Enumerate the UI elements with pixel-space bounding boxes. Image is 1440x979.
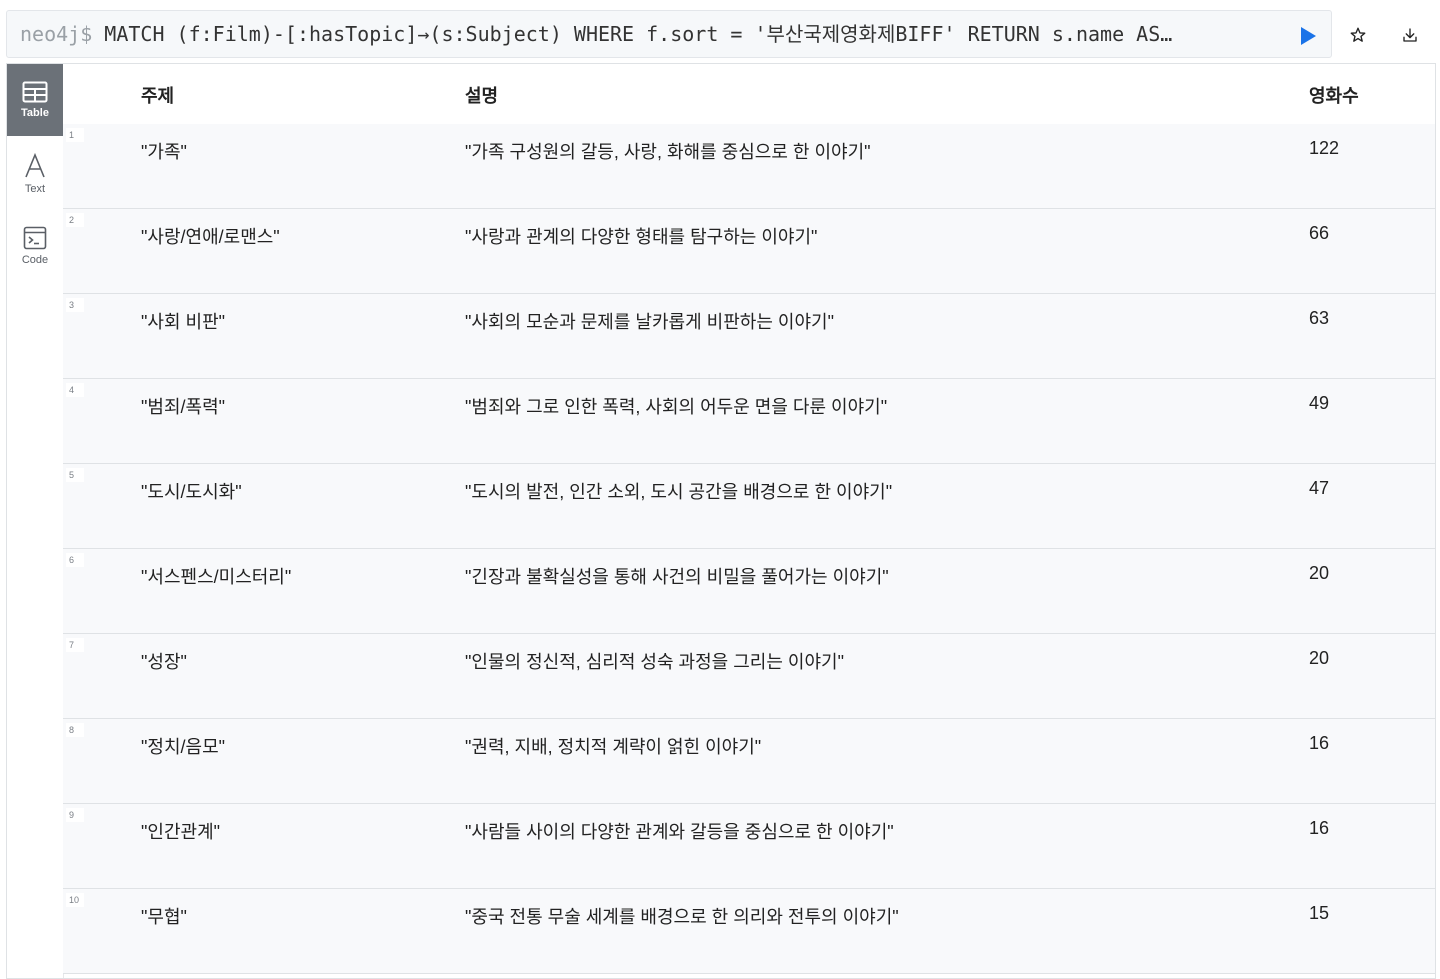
table-row: 7 "성장" "인물의 정신적, 심리적 성숙 과정을 그리는 이야기" 20 [63, 634, 1435, 719]
view-sidebar: Table Text Code [7, 64, 64, 978]
cell-description: "사랑과 관계의 다양한 형태를 탐구하는 이야기" [465, 227, 818, 247]
result-frame: Table Text Code 주제 설명 영화수 1 "가족" "가족 구성원의 … [6, 63, 1436, 979]
query-string[interactable]: MATCH (f:Film)-[:hasTopic]→(s:Subject) W… [104, 22, 1172, 46]
run-button[interactable] [1297, 25, 1319, 47]
cell-subject: "인간관계" [141, 822, 221, 842]
table-row: 10 "무협" "중국 전통 무술 세계를 배경으로 한 의리와 전투의 이야기" 1… [63, 889, 1435, 974]
result-table: 주제 설명 영화수 1 "가족" "가족 구성원의 갈등, 사랑, 화해를 중심으로… [63, 64, 1435, 978]
row-number: 7 [66, 638, 84, 652]
cell-subject: "사회 비판" [141, 312, 226, 332]
view-table-button[interactable]: Table [7, 64, 63, 136]
row-number: 2 [66, 213, 84, 227]
favorite-button[interactable] [1347, 24, 1369, 46]
cell-film-count: 49 [1309, 393, 1330, 413]
cell-subject: "서스펜스/미스터리" [141, 567, 292, 587]
view-text-label: Text [24, 183, 46, 195]
text-icon [25, 153, 45, 178]
download-icon [1403, 28, 1417, 42]
cell-subject: "범죄/폭력" [141, 397, 226, 417]
table-row: 1 "가족" "가족 구성원의 갈등, 사랑, 화해를 중심으로 한 이야기" 122 [63, 124, 1435, 209]
cell-subject: "가족" [141, 142, 187, 162]
cell-description: "사람들 사이의 다양한 관계와 갈등을 중심으로 한 이야기" [465, 822, 894, 842]
row-number: 1 [66, 128, 84, 142]
cell-description: "인물의 정신적, 심리적 성숙 과정을 그리는 이야기" [465, 652, 844, 672]
table-row: 9 "인간관계" "사람들 사이의 다양한 관계와 갈등을 중심으로 한 이야기" 1… [63, 804, 1435, 889]
cell-subject: "도시/도시화" [141, 482, 242, 502]
row-number: 4 [66, 383, 84, 397]
table-row: 8 "정치/음모" "권력, 지배, 정치적 계략이 얽힌 이야기" 16 [63, 719, 1435, 804]
query-editor[interactable]: neo4j$ MATCH (f:Film)-[:hasTopic]→(s:Sub… [6, 10, 1332, 58]
code-icon [23, 226, 47, 250]
table-header: 주제 설명 영화수 [63, 64, 1435, 125]
row-number: 10 [66, 893, 84, 907]
view-code-label: Code [21, 254, 49, 266]
view-code-button[interactable]: Code [7, 210, 63, 282]
row-number: 9 [66, 808, 84, 822]
cell-description: "중국 전통 무술 세계를 배경으로 한 의리와 전투의 이야기" [465, 907, 899, 927]
table-row: 3 "사회 비판" "사회의 모순과 문제를 날카롭게 비판하는 이야기" 63 [63, 294, 1435, 379]
cell-subject: "정치/음모" [141, 737, 226, 757]
cell-subject: "사랑/연애/로맨스" [141, 227, 280, 247]
cell-film-count: 16 [1309, 818, 1330, 838]
header-description[interactable]: 설명 [465, 82, 498, 108]
view-text-button[interactable]: Text [7, 138, 63, 210]
cell-film-count: 20 [1309, 563, 1330, 583]
cell-description: "사회의 모순과 문제를 날카롭게 비판하는 이야기" [465, 312, 834, 332]
cell-description: "권력, 지배, 정치적 계략이 얽힌 이야기" [465, 737, 762, 757]
cell-film-count: 15 [1309, 903, 1330, 923]
table-row: 2 "사랑/연애/로맨스" "사랑과 관계의 다양한 형태를 탐구하는 이야기" 66 [63, 209, 1435, 294]
query-text[interactable]: neo4j$ MATCH (f:Film)-[:hasTopic]→(s:Sub… [20, 20, 1272, 48]
cell-film-count: 63 [1309, 308, 1330, 328]
header-film-count[interactable]: 영화수 [1309, 82, 1359, 108]
cell-description: "가족 구성원의 갈등, 사랑, 화해를 중심으로 한 이야기" [465, 142, 871, 162]
cell-subject: "성장" [141, 652, 187, 672]
table-icon [22, 81, 48, 103]
cell-film-count: 66 [1309, 223, 1330, 243]
cell-film-count: 47 [1309, 478, 1330, 498]
header-subject[interactable]: 주제 [141, 82, 174, 108]
cell-film-count: 122 [1309, 138, 1340, 158]
play-icon [1301, 27, 1316, 45]
table-row: 6 "서스펜스/미스터리" "긴장과 불확실성을 통해 사건의 비밀을 풀어가는 이… [63, 549, 1435, 634]
editor-prompt: neo4j$ [20, 22, 93, 46]
table-row: 4 "범죄/폭력" "범죄와 그로 인한 폭력, 사회의 어두운 면을 다룬 이야기… [63, 379, 1435, 464]
row-number: 5 [66, 468, 84, 482]
row-number: 3 [66, 298, 84, 312]
cell-subject: "무협" [141, 907, 187, 927]
cell-description: "도시의 발전, 인간 소외, 도시 공간을 배경으로 한 이야기" [465, 482, 893, 502]
cell-film-count: 16 [1309, 733, 1330, 753]
cell-description: "긴장과 불확실성을 통해 사건의 비밀을 풀어가는 이야기" [465, 567, 889, 587]
cell-film-count: 20 [1309, 648, 1330, 668]
row-number: 8 [66, 723, 84, 737]
download-button[interactable] [1399, 24, 1421, 46]
table-row: 5 "도시/도시화" "도시의 발전, 인간 소외, 도시 공간을 배경으로 한 이… [63, 464, 1435, 549]
row-number: 6 [66, 553, 84, 567]
star-icon [1350, 27, 1366, 42]
view-table-label: Table [21, 107, 49, 119]
cell-description: "범죄와 그로 인한 폭력, 사회의 어두운 면을 다룬 이야기" [465, 397, 888, 417]
